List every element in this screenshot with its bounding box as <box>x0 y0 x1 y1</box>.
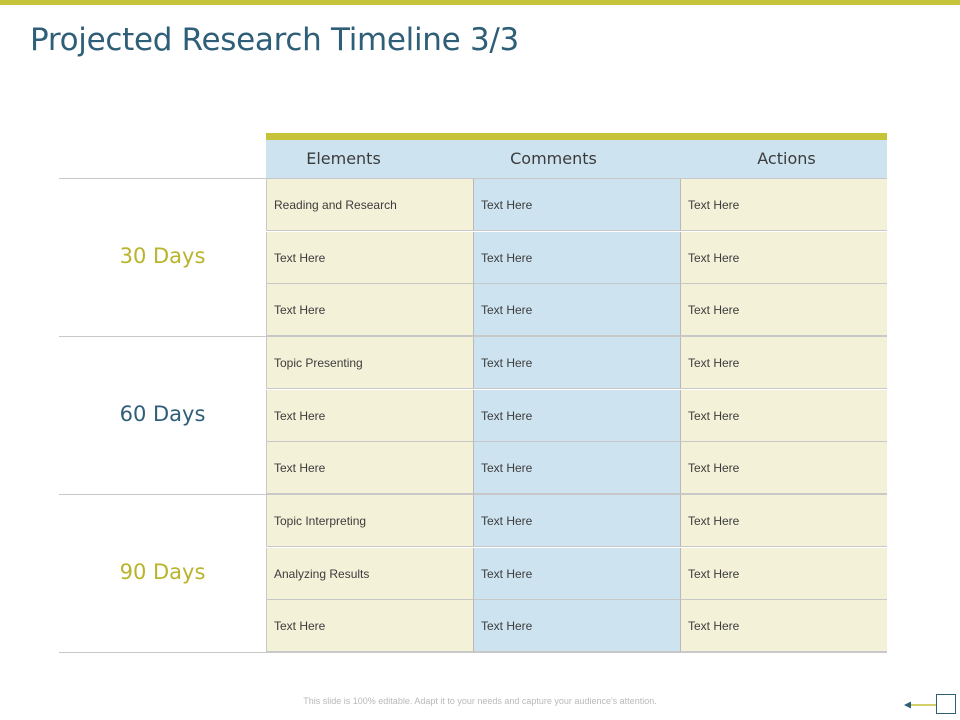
table-cell-element: Topic Interpreting <box>266 495 473 547</box>
table-cell-comment: Text Here <box>473 179 680 231</box>
table-cell-action: Text Here <box>680 179 887 231</box>
table-cell-element: Text Here <box>266 600 473 652</box>
table-cell-action: Text Here <box>680 442 887 494</box>
timeline-group-60-days: 60 Days Topic Presenting Text Here Text … <box>59 337 887 495</box>
table-accent-bar <box>266 133 887 140</box>
table-cell-action: Text Here <box>680 337 887 389</box>
table-cell-comment: Text Here <box>473 337 680 389</box>
column-header-comments: Comments <box>510 149 597 168</box>
table-cell-element: Reading and Research <box>266 179 473 231</box>
table-cell-action: Text Here <box>680 284 887 336</box>
table-cell-comment: Text Here <box>473 284 680 336</box>
table-cell-comment: Text Here <box>473 548 680 600</box>
table-cell-action: Text Here <box>680 495 887 547</box>
table-cell-action: Text Here <box>680 600 887 652</box>
footer-note: This slide is 100% editable. Adapt it to… <box>303 696 657 706</box>
table-cell-comment: Text Here <box>473 600 680 652</box>
table-cell-comment: Text Here <box>473 232 680 284</box>
back-arrow-icon[interactable] <box>904 699 938 711</box>
table-cell-action: Text Here <box>680 548 887 600</box>
table-cell-action: Text Here <box>680 390 887 442</box>
timeline-group-90-days: 90 Days Topic Interpreting Text Here Tex… <box>59 495 887 653</box>
table-cell-element: Text Here <box>266 284 473 336</box>
group-label: 60 Days <box>119 402 206 426</box>
group-divider <box>59 652 887 653</box>
page-title: Projected Research Timeline 3/3 <box>30 22 519 58</box>
group-label: 30 Days <box>119 244 206 268</box>
table-cell-element: Text Here <box>266 232 473 284</box>
table-cell-action: Text Here <box>680 232 887 284</box>
table-cell-comment: Text Here <box>473 442 680 494</box>
timeline-group-30-days: 30 Days Reading and Research Text Here T… <box>59 179 887 337</box>
table-cell-element: Analyzing Results <box>266 548 473 600</box>
table-cell-element: Text Here <box>266 390 473 442</box>
column-header-actions: Actions <box>757 149 816 168</box>
top-accent-bar <box>0 0 960 5</box>
column-header-elements: Elements <box>306 149 381 168</box>
table-cell-element: Text Here <box>266 442 473 494</box>
table-cell-element: Topic Presenting <box>266 337 473 389</box>
table-cell-comment: Text Here <box>473 495 680 547</box>
next-slide-icon[interactable] <box>936 694 956 714</box>
table-cell-comment: Text Here <box>473 390 680 442</box>
group-label: 90 Days <box>119 560 206 584</box>
table-header-row: Elements Comments Actions <box>266 140 887 178</box>
